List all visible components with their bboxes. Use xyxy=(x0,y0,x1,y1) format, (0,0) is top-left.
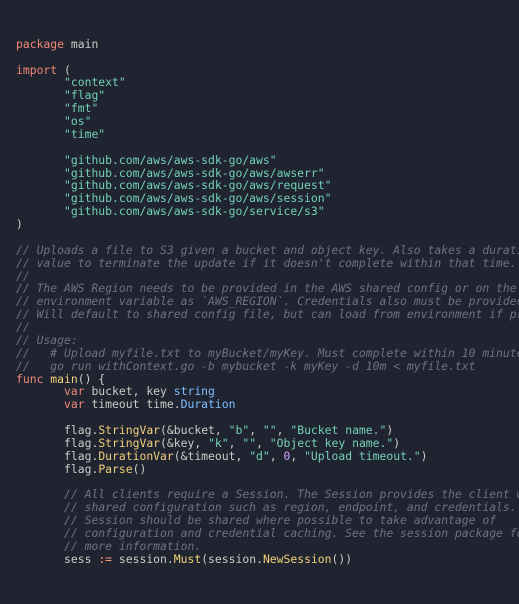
keyword-import: import xyxy=(16,63,57,77)
import-path: "time" xyxy=(64,127,105,141)
keyword-func: func xyxy=(16,372,43,386)
keyword-package: package xyxy=(16,37,64,51)
import-path: "github.com/aws/aws-sdk-go/service/s3" xyxy=(64,204,325,218)
comment-line: // value to terminate the update if it d… xyxy=(16,256,517,270)
package-name: main xyxy=(71,37,98,51)
code-editor: package main import ( "context" "flag" "… xyxy=(16,38,503,566)
keyword-var: var xyxy=(64,397,85,411)
comment-line: // Will default to shared config file, b… xyxy=(16,307,519,321)
